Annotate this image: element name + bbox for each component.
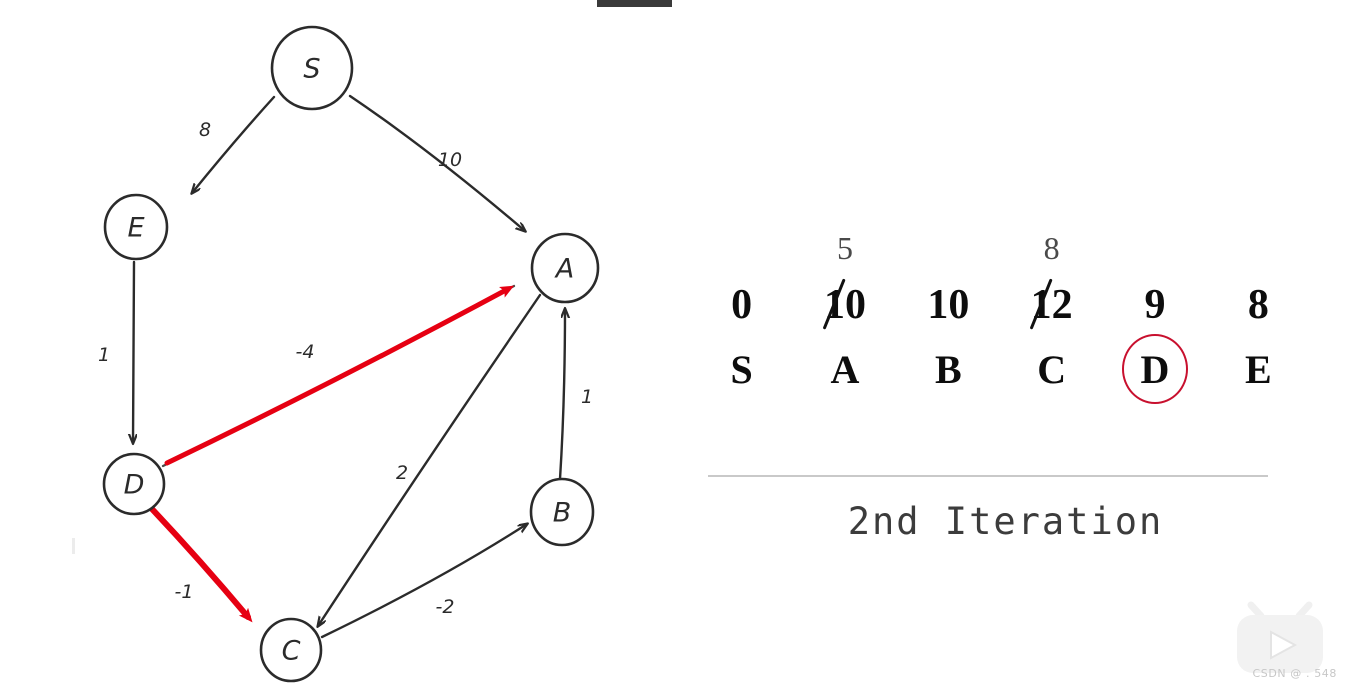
updated-cell-C: 8	[1043, 229, 1060, 266]
screenshot-root: S E A D B C 8 10 1 -4 -1 2 -2 1 5 8 0 10…	[0, 0, 1351, 686]
iteration-caption: 2nd Iteration	[847, 500, 1164, 543]
table-row-updated-values: 5 8	[690, 222, 1310, 274]
distance-table-panel: 5 8 0 10 10 12 9 8 S A B C D E 2nd Itera…	[660, 0, 1351, 686]
distance-cell-A: 10	[793, 274, 896, 336]
distance-value-E: 8	[1247, 282, 1269, 328]
node-B[interactable]: B	[529, 477, 595, 547]
updated-cell-D	[1103, 222, 1206, 274]
graph-panel: S E A D B C 8 10 1 -4 -1 2 -2 1	[0, 0, 660, 686]
node-C-label: C	[282, 636, 301, 667]
node-E[interactable]: E	[103, 193, 169, 261]
node-D[interactable]: D	[102, 452, 166, 516]
node-cell-E[interactable]: E	[1207, 336, 1310, 402]
distance-cell-E: 8	[1207, 274, 1310, 336]
node-A[interactable]: A	[530, 232, 600, 304]
edge-E-D	[133, 260, 134, 443]
updated-cell-E	[1207, 222, 1310, 274]
distance-value-S: 0	[731, 282, 753, 328]
node-name-B: B	[934, 346, 962, 392]
node-cell-S[interactable]: S	[690, 336, 793, 402]
watermark-text: CSDN @ . 548	[1252, 667, 1337, 680]
struck-digit-C: 1	[1030, 282, 1052, 328]
distance-cell-D: 9	[1103, 274, 1206, 336]
edge-D-A-highlight	[164, 285, 515, 466]
edge-weight-A-C: 2	[396, 462, 408, 484]
struck-digit-A: 1	[823, 282, 845, 328]
node-cell-C[interactable]: C	[1000, 336, 1103, 402]
node-cell-D[interactable]: D	[1103, 336, 1206, 402]
node-name-C: C	[1037, 346, 1067, 392]
distance-cell-C: 12	[1000, 274, 1103, 336]
distance-cell-S: 0	[690, 274, 793, 336]
graph-diagram: S E A D B C 8 10 1 -4 -1 2 -2 1	[98, 25, 600, 683]
table-row-distances: 0 10 10 12 9 8	[690, 274, 1310, 336]
distance-cell-B: 10	[897, 274, 1000, 336]
node-C[interactable]: C	[259, 617, 323, 683]
table-row-node-names: S A B C D E	[690, 336, 1310, 402]
node-cell-A[interactable]: A	[793, 336, 896, 402]
edge-weight-D-A: -4	[296, 341, 315, 363]
distance-value-C: 2	[1051, 282, 1073, 328]
edge-weight-C-B: -2	[436, 596, 455, 618]
node-D-label: D	[124, 470, 145, 501]
edge-weight-S-E: 8	[199, 119, 211, 141]
distance-table: 5 8 0 10 10 12 9 8 S A B C D E	[690, 222, 1310, 402]
edge-D-C-highlight	[149, 506, 253, 623]
node-E-label: E	[127, 213, 144, 244]
edge-S-E	[192, 95, 276, 193]
updated-cell-A: 5	[836, 229, 853, 266]
edge-C-B	[320, 524, 527, 639]
node-name-D-circled: D	[1140, 346, 1170, 392]
section-divider	[708, 475, 1268, 477]
node-cell-B[interactable]: B	[897, 336, 1000, 402]
edge-weight-E-D: 1	[98, 344, 110, 366]
node-name-E: E	[1244, 346, 1272, 392]
edge-B-A	[558, 309, 565, 481]
node-B-label: B	[553, 498, 572, 529]
updated-cell-B	[897, 222, 1000, 274]
node-S[interactable]: S	[270, 25, 354, 111]
distance-value-D: 9	[1144, 282, 1166, 328]
node-S-label: S	[303, 54, 320, 85]
node-name-A: A	[830, 346, 860, 392]
edge-A-C	[318, 293, 542, 626]
updated-cell-S	[690, 222, 793, 274]
edge-weight-S-A: 10	[438, 149, 462, 171]
node-A-label: A	[554, 254, 574, 285]
distance-value-B: 10	[927, 282, 970, 328]
distance-value-A: 0	[844, 282, 866, 328]
edge-weight-D-C: -1	[175, 581, 194, 603]
edge-weight-B-A: 1	[581, 386, 593, 408]
node-name-S: S	[730, 346, 753, 392]
